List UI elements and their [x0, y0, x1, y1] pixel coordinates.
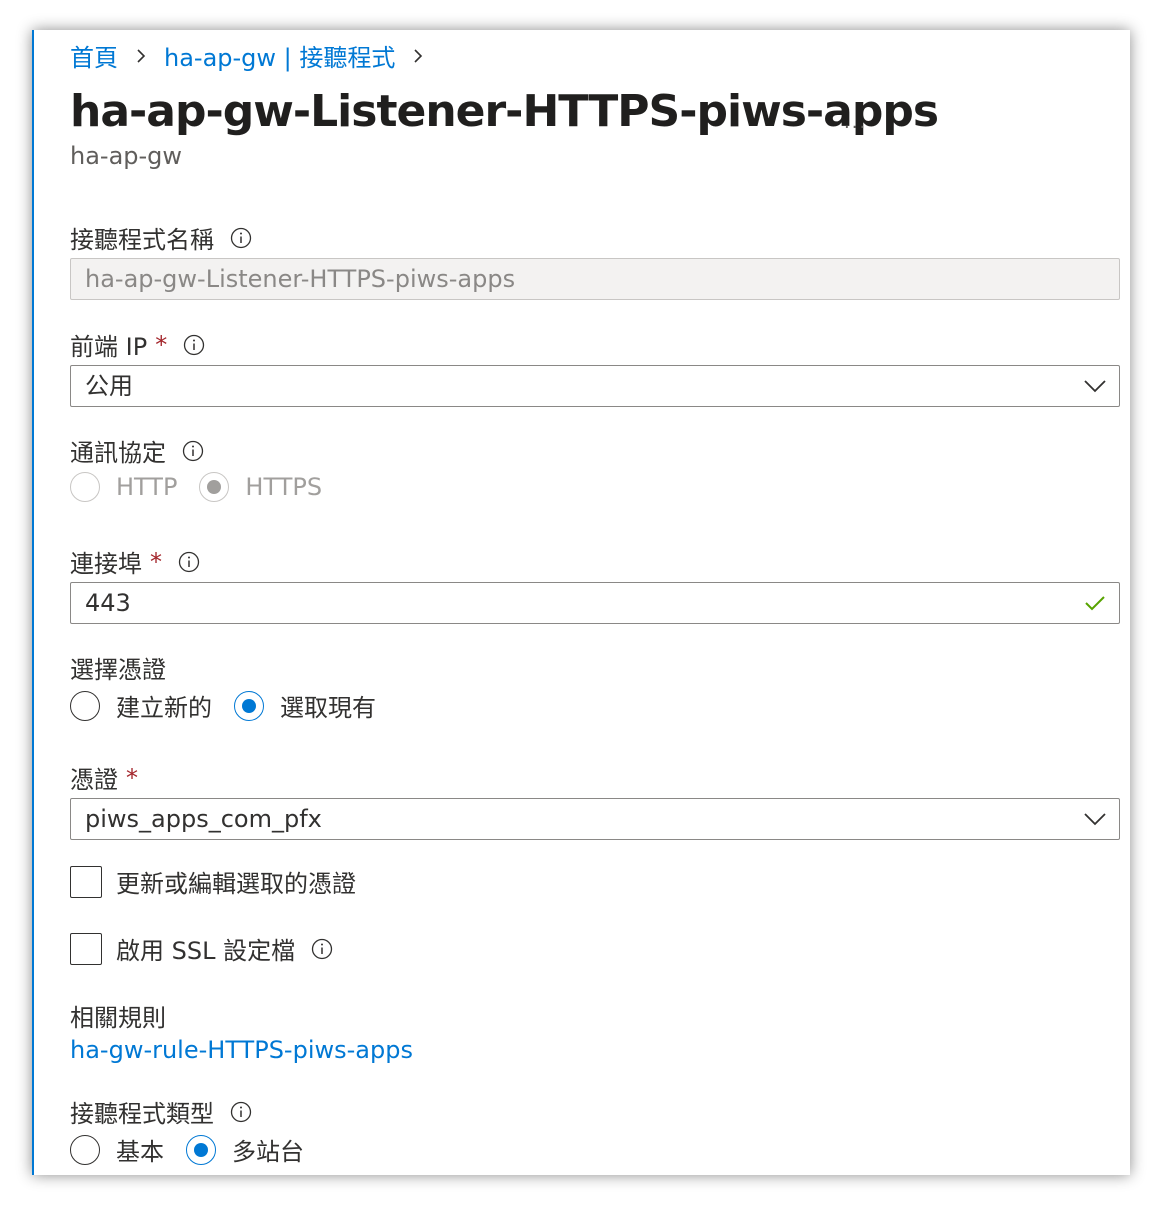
renew-cert-checkbox[interactable] [70, 865, 102, 898]
ssl-profile-checkbox[interactable] [70, 932, 102, 965]
protocol-http-radio [70, 472, 100, 502]
create-new-radio[interactable] [70, 690, 100, 721]
listener-type-label-text: 接聽程式類型 [70, 1100, 214, 1128]
choose-cert-radio-group: 建立新的 選取現有 [70, 688, 398, 723]
protocol-https-radio [199, 472, 230, 502]
listener-name-label-text: 接聽程式名稱 [70, 226, 214, 254]
protocol-label: 通訊協定 [70, 433, 204, 468]
chevron-down-icon [1084, 380, 1106, 393]
listener-type-radio-group: 基本 多站台 [70, 1132, 326, 1167]
required-marker: * [155, 330, 168, 359]
checkmark-icon [1085, 596, 1105, 611]
page-title: ha-ap-gw-Listener-HTTPS-piws-apps [70, 86, 939, 137]
frontend-ip-label: 前端 IP * [70, 327, 205, 362]
listener-name-field: ha-ap-gw-Listener-HTTPS-piws-apps [70, 258, 1120, 300]
page-subtitle: ha-ap-gw [70, 142, 183, 170]
chevron-right-icon [137, 48, 146, 63]
listener-name-label: 接聽程式名稱 [70, 220, 252, 255]
breadcrumb-parent-link[interactable]: ha-ap-gw | 接聽程式 [164, 38, 395, 73]
select-existing-label[interactable]: 選取現有 [280, 688, 376, 723]
basic-radio[interactable] [70, 1134, 100, 1165]
renew-cert-label[interactable]: 更新或編輯選取的憑證 [116, 864, 356, 899]
related-rule-link[interactable]: ha-gw-rule-HTTPS-piws-apps [70, 1036, 413, 1064]
frontend-ip-label-text: 前端 IP [70, 333, 148, 361]
certificate-value: piws_apps_com_pfx [85, 805, 322, 833]
certificate-dropdown[interactable]: piws_apps_com_pfx [70, 798, 1120, 840]
related-rules-label-text: 相關規則 [70, 1004, 166, 1032]
renew-cert-row: 更新或編輯選取的憑證 [70, 864, 356, 899]
info-icon[interactable] [311, 938, 333, 960]
select-existing-radio[interactable] [234, 690, 264, 721]
basic-label[interactable]: 基本 [116, 1132, 164, 1167]
port-value: 443 [85, 589, 131, 617]
multi-site-label[interactable]: 多站台 [232, 1132, 304, 1167]
certificate-label: 憑證 * [70, 760, 138, 795]
choose-cert-label-text: 選擇憑證 [70, 656, 166, 684]
port-label-text: 連接埠 [70, 550, 142, 578]
protocol-label-text: 通訊協定 [70, 439, 166, 467]
more-options-icon[interactable]: ... [844, 112, 867, 133]
info-icon[interactable] [230, 1101, 252, 1123]
frontend-ip-value: 公用 [85, 372, 133, 400]
protocol-radio-group: HTTP HTTPS [70, 472, 344, 502]
frontend-ip-dropdown[interactable]: 公用 [70, 365, 1120, 407]
info-icon[interactable] [182, 440, 204, 462]
breadcrumb: 首頁 ha-ap-gw | 接聽程式 [70, 38, 441, 73]
listener-type-label: 接聽程式類型 [70, 1094, 252, 1129]
protocol-http-label: HTTP [116, 473, 178, 501]
ssl-profile-row: 啟用 SSL 設定檔 [70, 931, 333, 966]
related-rules-label: 相關規則 [70, 998, 166, 1033]
chevron-down-icon [1084, 813, 1106, 826]
chevron-right-icon [414, 48, 423, 63]
port-input[interactable]: 443 [70, 582, 1120, 624]
certificate-label-text: 憑證 [70, 766, 118, 794]
choose-cert-label: 選擇憑證 [70, 650, 166, 685]
required-marker: * [126, 763, 138, 792]
create-new-label[interactable]: 建立新的 [116, 688, 212, 723]
required-marker: * [150, 547, 162, 576]
info-icon[interactable] [178, 551, 200, 573]
protocol-https-label: HTTPS [245, 473, 323, 501]
multi-site-radio[interactable] [186, 1134, 216, 1165]
breadcrumb-home-link[interactable]: 首頁 [70, 38, 118, 73]
info-icon[interactable] [230, 227, 252, 249]
port-label: 連接埠 * [70, 544, 200, 579]
info-icon[interactable] [183, 334, 205, 356]
listener-settings-panel: 首頁 ha-ap-gw | 接聽程式 ha-ap-gw-Listener-HTT… [32, 30, 1130, 1175]
ssl-profile-label[interactable]: 啟用 SSL 設定檔 [116, 931, 295, 966]
